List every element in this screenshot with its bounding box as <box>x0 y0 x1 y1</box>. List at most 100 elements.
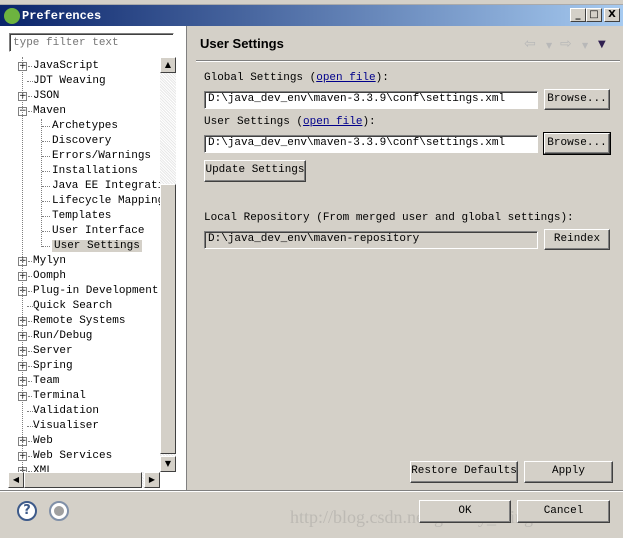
tree-item[interactable]: Java EE Integratio <box>52 179 160 194</box>
tree-connector <box>42 171 50 172</box>
tree-item[interactable]: XML <box>33 464 53 472</box>
scroll-down-icon[interactable]: ▼ <box>160 456 176 472</box>
tree-item[interactable]: Visualiser <box>33 419 99 434</box>
tree-connector <box>28 366 32 367</box>
user-open-file-link[interactable]: open file <box>303 116 362 128</box>
horizontal-scrollbar[interactable]: ◀ ▶ <box>8 472 160 488</box>
ok-button[interactable]: OK <box>419 500 511 523</box>
tree-item[interactable]: Errors/Warnings <box>52 149 151 164</box>
tree-connector <box>42 186 50 187</box>
maximize-button[interactable]: □ <box>586 8 602 22</box>
tree-connector <box>28 396 32 397</box>
tree-item[interactable]: Spring <box>33 359 73 374</box>
close-button[interactable]: X <box>604 8 620 22</box>
tree-item-label: Plug-in Development <box>33 285 159 297</box>
user-settings-input[interactable]: D:\java_dev_env\maven-3.3.9\conf\setting… <box>204 135 538 153</box>
tree-item[interactable]: Lifecycle Mappings <box>52 194 160 209</box>
user-browse-button[interactable]: Browse... <box>543 132 611 155</box>
tree-item[interactable]: Templates <box>52 209 111 224</box>
vertical-scrollbar[interactable]: ▲ ▼ <box>160 57 176 472</box>
tree-item[interactable]: Terminal <box>33 389 86 404</box>
tree-item[interactable]: User Interface <box>52 224 144 239</box>
tree-item-label: Remote Systems <box>33 315 126 327</box>
filter-input[interactable] <box>9 33 174 52</box>
tree-item[interactable]: Validation <box>33 404 99 419</box>
divider <box>196 60 620 62</box>
tree-connector <box>42 246 50 247</box>
import-export-icon[interactable] <box>49 501 69 521</box>
tree-item[interactable]: Discovery <box>52 134 111 149</box>
tree-item-label: Installations <box>52 165 138 177</box>
minimize-button[interactable]: _ <box>570 8 586 22</box>
tree-item-label: Visualiser <box>33 420 100 432</box>
scroll-right-icon[interactable]: ▶ <box>144 472 160 488</box>
back-dropdown-icon[interactable]: ▼ <box>546 41 552 50</box>
tree-connector <box>28 321 32 322</box>
scroll-thumb[interactable] <box>160 184 176 454</box>
tree-item[interactable]: Plug-in Development <box>33 284 158 299</box>
tree-item-label: Run/Debug <box>33 330 93 342</box>
reindex-button[interactable]: Reindex <box>544 229 610 250</box>
tree-item[interactable]: Web Services <box>33 449 112 464</box>
tree-connector <box>42 216 50 217</box>
tree-connector <box>28 291 32 292</box>
tree-connector <box>28 261 32 262</box>
scroll-left-icon[interactable]: ◀ <box>8 472 24 488</box>
tree-item[interactable]: Remote Systems <box>33 314 125 329</box>
tree-item-label: JDT Weaving <box>33 75 106 87</box>
tree-connector <box>42 231 50 232</box>
tree-item[interactable]: Server <box>33 344 73 359</box>
tree-item[interactable]: Oomph <box>33 269 66 284</box>
tree-item[interactable]: Team <box>33 374 59 389</box>
local-repository-label: Local Repository (From merged user and g… <box>204 212 574 224</box>
tree-connector <box>28 456 32 457</box>
tree-connector <box>42 126 50 127</box>
apply-button[interactable]: Apply <box>524 461 613 483</box>
restore-defaults-button[interactable]: Restore Defaults <box>410 461 518 483</box>
tree-connector <box>41 119 42 247</box>
window-title: Preferences <box>22 9 102 23</box>
tree-item-label: XML <box>33 465 53 472</box>
global-open-file-link[interactable]: open file <box>316 72 375 84</box>
spring-app-icon <box>4 8 20 24</box>
global-settings-label: Global Settings (open file): <box>204 72 389 84</box>
scroll-up-icon[interactable]: ▲ <box>160 57 176 73</box>
local-repository-input: D:\java_dev_env\maven-repository <box>204 231 538 249</box>
tree-item[interactable]: User Settings <box>52 239 142 254</box>
tree-item[interactable]: Mylyn <box>33 254 66 269</box>
back-arrow-icon[interactable]: ⇦ <box>524 36 536 52</box>
tree-item-label: User Interface <box>52 225 145 237</box>
tree-connector <box>27 306 35 307</box>
tree-item-label: User Settings <box>52 240 142 252</box>
tree-item[interactable]: Run/Debug <box>33 329 92 344</box>
tree-item[interactable]: Installations <box>52 164 138 179</box>
view-menu-icon[interactable]: ▼ <box>598 39 606 50</box>
global-settings-input[interactable]: D:\java_dev_env\maven-3.3.9\conf\setting… <box>204 91 538 109</box>
tree-item[interactable]: JavaScript <box>33 59 99 74</box>
tree-connector <box>28 96 32 97</box>
tree-item-label: Mylyn <box>33 255 67 267</box>
tree-connector <box>28 351 32 352</box>
update-settings-button[interactable]: Update Settings <box>204 160 306 182</box>
tree-item[interactable]: JSON <box>33 89 59 104</box>
tree-connector <box>42 201 50 202</box>
forward-arrow-icon[interactable]: ⇨ <box>560 36 572 52</box>
tree-item-label: Maven <box>33 105 67 117</box>
hscroll-thumb[interactable] <box>24 472 142 488</box>
global-browse-button[interactable]: Browse... <box>544 89 610 110</box>
tree-connector <box>28 441 32 442</box>
tree-item[interactable]: JDT Weaving <box>33 74 106 89</box>
tree-item-label: Templates <box>52 210 112 222</box>
tree-connector <box>28 276 32 277</box>
tree-item[interactable]: Maven <box>33 104 66 119</box>
help-icon[interactable]: ? <box>17 501 37 521</box>
tree-item[interactable]: Web <box>33 434 53 449</box>
divider <box>0 490 623 492</box>
preference-tree-pane: JavaScript+JDT WeavingJSON+Maven−Archety… <box>0 26 187 490</box>
cancel-button[interactable]: Cancel <box>517 500 610 523</box>
tree-item-label: Terminal <box>33 390 86 402</box>
tree-connector <box>28 381 32 382</box>
forward-dropdown-icon[interactable]: ▼ <box>582 41 588 50</box>
tree-item[interactable]: Archetypes <box>52 119 118 134</box>
tree-item[interactable]: Quick Search <box>33 299 112 314</box>
